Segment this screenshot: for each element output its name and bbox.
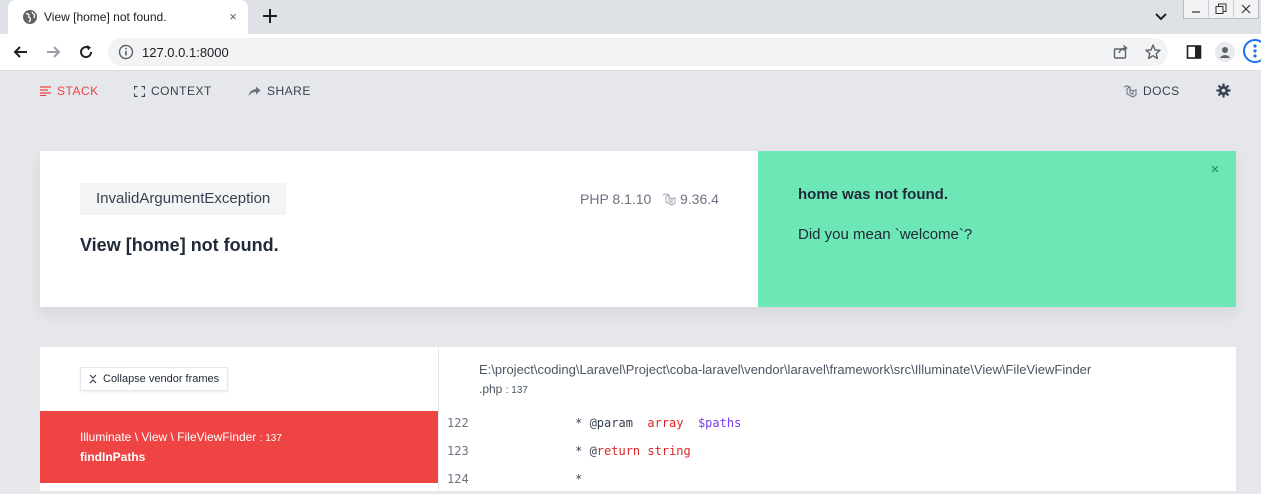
window-controls xyxy=(1183,0,1259,19)
site-info-icon[interactable] xyxy=(118,44,134,60)
url-text[interactable]: 127.0.0.1:8000 xyxy=(142,45,229,60)
close-window-icon[interactable] xyxy=(1233,0,1258,17)
stack-trace-card: Collapse vendor frames Illuminate \ View… xyxy=(40,347,1236,491)
solution-title: home was not found. xyxy=(798,186,948,203)
back-arrow-icon[interactable] xyxy=(10,41,32,63)
nav-share-label: SHARE xyxy=(267,84,311,98)
collapse-chevrons-icon xyxy=(89,374,97,384)
restore-icon[interactable] xyxy=(1208,0,1233,17)
side-panel-icon[interactable] xyxy=(1184,42,1204,62)
browser-toolbar: 127.0.0.1:8000 xyxy=(0,34,1261,71)
code-text: * @ xyxy=(539,444,597,458)
reload-icon[interactable] xyxy=(75,41,97,63)
line-source: * xyxy=(539,472,582,486)
php-version: PHP 8.1.10 xyxy=(580,191,652,207)
solution-text: Did you mean `welcome`? xyxy=(798,226,973,243)
new-tab-plus-icon[interactable] xyxy=(259,5,281,27)
share-arrow-icon xyxy=(248,86,261,96)
code-type: return xyxy=(596,444,641,458)
expand-corners-icon xyxy=(134,85,145,97)
globe-icon xyxy=(23,10,37,24)
code-type: array xyxy=(647,416,684,430)
nav-context-label: CONTEXT xyxy=(151,84,212,98)
nav-stack[interactable]: STACK xyxy=(40,84,99,98)
frame-method: findInPaths xyxy=(80,450,146,464)
stack-lines-icon xyxy=(40,86,51,96)
line-number: 123 xyxy=(447,444,469,458)
error-message: View [home] not found. xyxy=(80,235,279,255)
code-viewer: E:\project\coding\Laravel\Project\coba-l… xyxy=(439,347,1236,491)
code-file-extension: .php xyxy=(479,382,503,396)
nav-docs[interactable]: DOCS xyxy=(1123,84,1180,98)
code-file-path[interactable]: E:\project\coding\Laravel\Project\coba-l… xyxy=(479,362,1091,377)
tab-close-icon[interactable]: × xyxy=(224,8,242,26)
frame-line: : 137 xyxy=(259,433,282,444)
tab-search-chevron-icon[interactable] xyxy=(1152,9,1170,25)
code-line: 124 * xyxy=(439,466,1236,494)
laravel-logo-icon xyxy=(1123,84,1137,98)
share-page-icon[interactable] xyxy=(1112,43,1130,61)
code-text: * xyxy=(539,472,583,486)
browser-tabstrip: View [home] not found. × xyxy=(0,0,1261,34)
code-text: string xyxy=(640,444,691,458)
solution-panel: × home was not found. Did you mean `welc… xyxy=(758,151,1236,307)
frame-file: Illuminate \ View \ FileViewFinder : 137 xyxy=(80,430,282,444)
close-solution-icon[interactable]: × xyxy=(1208,162,1222,177)
code-line: 122 * @param array $paths xyxy=(439,410,1236,438)
exception-class-badge: InvalidArgumentException xyxy=(80,183,287,215)
settings-gear-icon[interactable] xyxy=(1216,83,1231,98)
line-source: * @param array $paths xyxy=(539,416,741,430)
code-variable: $paths xyxy=(697,416,742,430)
nav-stack-label: STACK xyxy=(57,84,99,98)
code-file-line: : 137 xyxy=(505,385,528,396)
frames-list: Collapse vendor frames Illuminate \ View… xyxy=(40,347,439,491)
profile-avatar-icon[interactable] xyxy=(1215,42,1235,62)
browser-menu-icon[interactable] xyxy=(1243,39,1261,63)
code-line: 123 * @return string xyxy=(439,438,1236,466)
laravel-version: 9.36.4 xyxy=(662,191,719,207)
line-number: 124 xyxy=(447,472,469,486)
code-file-ext: .php : 137 xyxy=(479,382,528,396)
tab-title: View [home] not found. xyxy=(44,10,167,24)
collapse-vendor-frames-button[interactable]: Collapse vendor frames xyxy=(80,367,229,391)
line-number: 122 xyxy=(447,416,469,430)
minimize-icon[interactable] xyxy=(1184,0,1208,17)
nav-context[interactable]: CONTEXT xyxy=(134,84,212,98)
error-card: InvalidArgumentException PHP 8.1.10 9.36… xyxy=(40,151,1236,307)
browser-tab[interactable]: View [home] not found. × xyxy=(8,0,248,34)
frame-class: Illuminate \ View \ FileViewFinder xyxy=(80,430,257,444)
laravel-logo-icon xyxy=(662,192,676,206)
collapse-vendor-frames-label: Collapse vendor frames xyxy=(103,373,220,385)
address-bar[interactable]: 127.0.0.1:8000 xyxy=(108,38,1168,66)
laravel-version-text: 9.36.4 xyxy=(680,191,719,207)
code-text: * @param xyxy=(539,416,648,430)
ignition-navbar: STACK CONTEXT SHARE DOCS xyxy=(0,71,1261,111)
nav-docs-label: DOCS xyxy=(1143,84,1180,98)
forward-arrow-icon[interactable] xyxy=(42,41,64,63)
nav-share[interactable]: SHARE xyxy=(248,84,311,98)
bookmark-star-icon[interactable] xyxy=(1144,43,1162,61)
stack-frame-active[interactable]: Illuminate \ View \ FileViewFinder : 137… xyxy=(40,411,438,483)
line-source: * @return string xyxy=(539,444,691,458)
